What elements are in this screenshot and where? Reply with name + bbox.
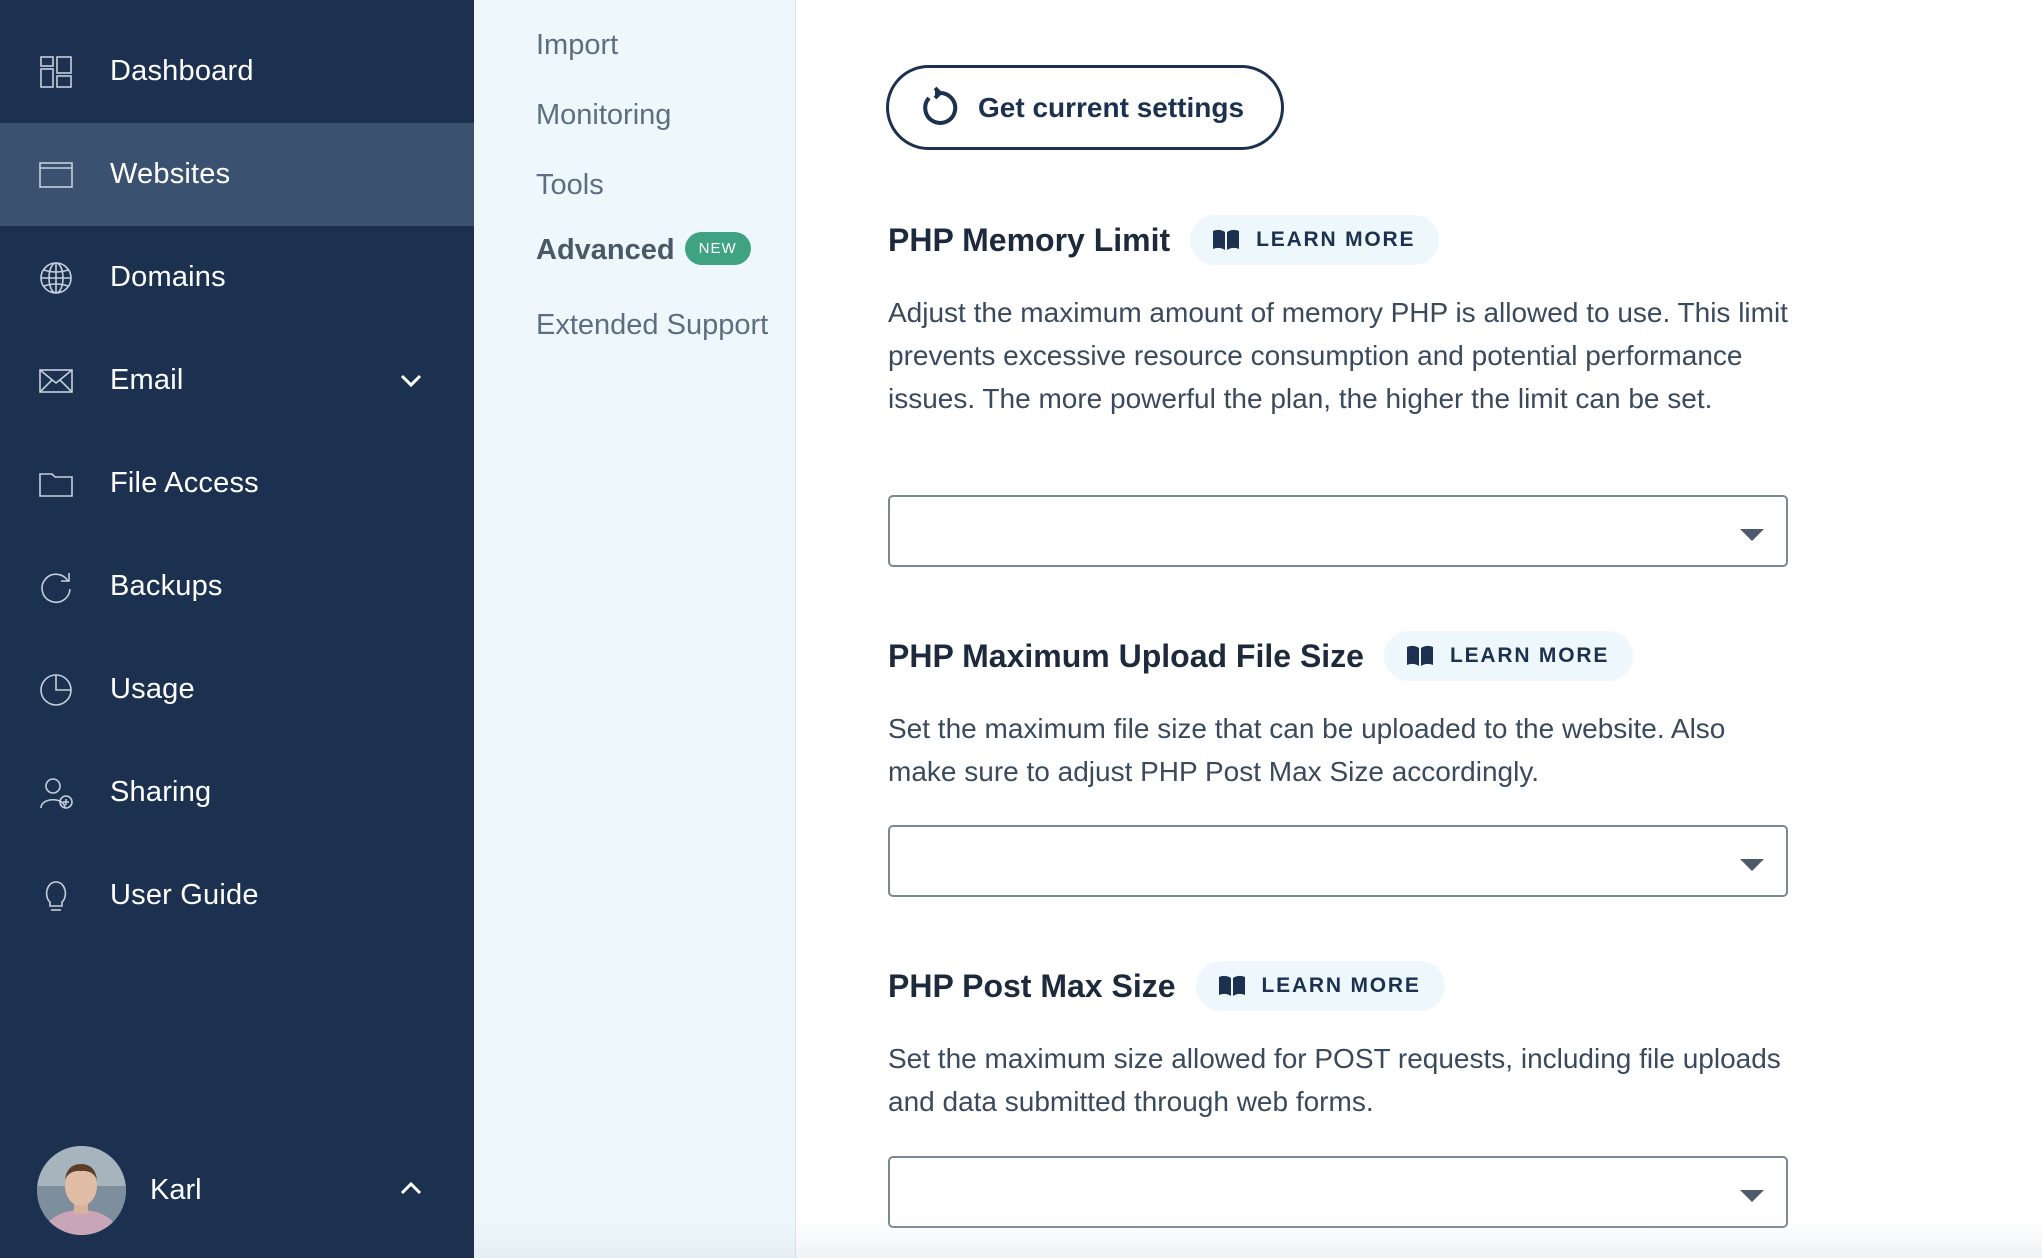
- button-label: Get current settings: [978, 91, 1245, 123]
- sidebar-item-label: Domains: [110, 261, 226, 293]
- php-memory-limit-section: PHP Memory Limit LEARN MORE Adjust the m…: [888, 215, 1788, 567]
- sidebar-item-backups[interactable]: Backups: [0, 535, 474, 638]
- learn-more-button[interactable]: LEARN MORE: [1190, 215, 1440, 265]
- subnav-item-import[interactable]: Import: [536, 29, 618, 62]
- sidebar-item-label: Websites: [110, 158, 231, 190]
- section-description: Adjust the maximum amount of memory PHP …: [888, 297, 1788, 414]
- browser-window-icon: [38, 157, 74, 193]
- sidebar-item-label: File Access: [110, 467, 259, 499]
- learn-more-button[interactable]: LEARN MORE: [1195, 961, 1445, 1011]
- section-description: Set the maximum file size that can be up…: [888, 713, 1726, 787]
- new-badge: NEW: [684, 231, 751, 265]
- book-icon: [1213, 229, 1240, 250]
- learn-more-label: LEARN MORE: [1449, 644, 1610, 667]
- caret-down-icon: [1740, 1190, 1764, 1202]
- section-title: PHP Post Max Size: [888, 967, 1176, 1004]
- sidebar-item-label: Dashboard: [110, 55, 254, 87]
- learn-more-button[interactable]: LEARN MORE: [1383, 631, 1634, 681]
- caret-down-icon: [1740, 859, 1764, 871]
- subnav-item-tools[interactable]: Tools: [536, 169, 604, 202]
- sidebar-item-label: Usage: [110, 673, 195, 705]
- caret-down-icon: [1740, 529, 1764, 541]
- sidebar-item-label: Backups: [110, 570, 223, 602]
- section-title: PHP Memory Limit: [888, 221, 1171, 258]
- lightbulb-icon: [38, 878, 74, 914]
- envelope-icon: [38, 363, 74, 399]
- subnav: Import Monitoring Tools Advanced NEW Exte…: [474, 0, 796, 1258]
- user-name: Karl: [150, 1174, 202, 1206]
- globe-icon: [38, 260, 74, 296]
- main-content: Get current settings PHP Memory Limit LE…: [796, 0, 2042, 1258]
- sidebar-item-label: User Guide: [110, 879, 259, 911]
- sidebar-item-sharing[interactable]: Sharing: [0, 741, 474, 844]
- sidebar-item-usage[interactable]: Usage: [0, 638, 474, 741]
- memory-limit-select[interactable]: [888, 495, 1788, 567]
- max-upload-select[interactable]: [888, 825, 1788, 897]
- learn-more-label: LEARN MORE: [1261, 974, 1421, 997]
- sidebar-item-websites[interactable]: Websites: [0, 123, 474, 226]
- sidebar-item-label: Email: [110, 364, 184, 396]
- sidebar-item-file-access[interactable]: File Access: [0, 432, 474, 535]
- dashboard-icon: [38, 54, 74, 90]
- book-icon: [1218, 975, 1245, 996]
- refresh-circle-icon: [38, 569, 74, 605]
- php-max-upload-section: PHP Maximum Upload File Size LEARN MORE …: [888, 631, 1788, 897]
- refresh-icon: [917, 86, 961, 130]
- book-icon: [1406, 645, 1433, 666]
- php-post-max-section: PHP Post Max Size LEARN MORE Set the max…: [888, 961, 1788, 1228]
- user-menu[interactable]: Karl: [0, 1140, 474, 1240]
- subnav-item-advanced[interactable]: Advanced NEW: [536, 231, 751, 268]
- subnav-item-label: Advanced: [536, 234, 675, 266]
- chevron-down-icon[interactable]: [396, 366, 426, 396]
- section-description: Set the maximum size allowed for POST re…: [888, 1043, 1781, 1117]
- avatar[interactable]: [37, 1146, 126, 1235]
- sidebar-item-dashboard[interactable]: Dashboard: [0, 20, 474, 123]
- user-add-icon: [38, 775, 74, 811]
- sidebar-item-label: Sharing: [110, 776, 212, 808]
- sidebar-item-email[interactable]: Email: [0, 329, 474, 432]
- post-max-select[interactable]: [888, 1156, 1788, 1228]
- sidebar-item-domains[interactable]: Domains: [0, 226, 474, 329]
- get-current-settings-button[interactable]: Get current settings: [886, 65, 1284, 150]
- subnav-item-extended-support[interactable]: Extended Support: [536, 309, 768, 342]
- folder-icon: [38, 466, 74, 502]
- learn-more-label: LEARN MORE: [1256, 228, 1416, 251]
- sidebar: Dashboard Websites Domains Email File Ac…: [0, 0, 474, 1258]
- subnav-item-monitoring[interactable]: Monitoring: [536, 99, 671, 132]
- pie-chart-icon: [38, 672, 74, 708]
- sidebar-item-user-guide[interactable]: User Guide: [0, 844, 474, 947]
- section-title: PHP Maximum Upload File Size: [888, 637, 1364, 674]
- chevron-up-icon[interactable]: [396, 1174, 426, 1204]
